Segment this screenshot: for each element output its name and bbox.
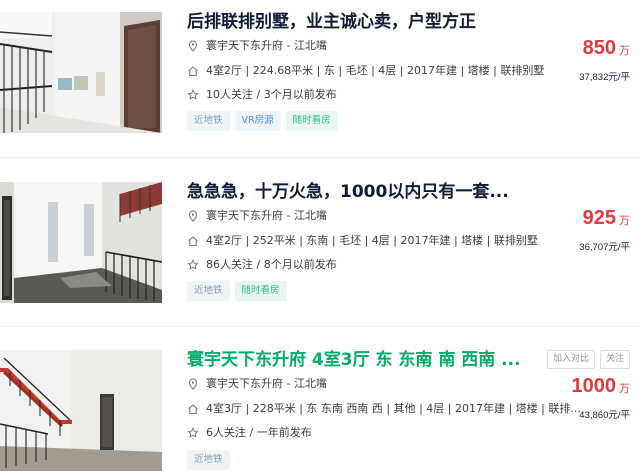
community-name[interactable]: 寰宇天下东升府 - 江北嘴 [206,208,327,224]
tag-near-subway: 近地铁 [187,450,230,470]
house-icon [187,403,199,415]
price-block: 1000 万 43,860元/平 [572,375,631,421]
house-icon [187,65,199,77]
house-info: 4室3厅 | 228平米 | 东 东南 西南 西 | 其他 | 4层 | 201… [206,402,581,415]
house-info-row: 4室2厅 | 252平米 | 东南 | 毛坯 | 4层 | 2017年建 | 塔… [187,233,538,249]
listing-info: 急急急，十万火急，1000以内只有一套... 寰宇天下东升府 - 江北嘴 4室2… [187,180,547,301]
listing-actions: 加入对比 关注 [546,350,630,369]
tag-list: 近地铁 VR房源 随时看房 [187,111,338,131]
tag-list: 近地铁 [187,450,230,470]
location-pin-icon [187,210,199,222]
listing-title[interactable]: 后排联排别墅，业主诚心卖，户型方正 [187,10,547,34]
star-icon [187,259,199,271]
community-name[interactable]: 寰宇天下东升府 - 江北嘴 [206,376,327,392]
listing-card[interactable]: 后排联排别墅，业主诚心卖，户型方正 寰宇天下东升府 - 江北嘴 4室2厅 | 2… [0,0,640,145]
total-price: 850 [582,37,616,59]
price-unit: 万 [619,382,630,395]
follow-info: 10人关注 / 3个月以前发布 [206,88,337,101]
listing-info: 寰宇天下东升府 4室3厅 东 东南 南 西南 ... 寰宇天下东升府 - 江北嘴… [187,348,581,470]
price-block: 850 万 37,832元/平 [579,37,630,83]
tag-visit-anytime: 随时看房 [234,281,287,301]
star-icon [187,89,199,101]
location-pin-icon [187,40,199,52]
tag-near-subway: 近地铁 [187,281,230,301]
community-name[interactable]: 寰宇天下东升府 - 江北嘴 [206,38,327,54]
price-unit: 万 [619,44,630,57]
listing-card[interactable]: 寰宇天下东升府 4室3厅 东 东南 南 西南 ... 寰宇天下东升府 - 江北嘴… [0,338,640,474]
community-row: 寰宇天下东升府 - 江北嘴 [187,38,327,54]
follow-info: 6人关注 / 一年前发布 [206,426,312,439]
price-block: 925 万 36,707元/平 [579,207,630,253]
star-icon [187,427,199,439]
tag-visit-anytime: 随时看房 [285,111,338,131]
listing-info: 后排联排别墅，业主诚心卖，户型方正 寰宇天下东升府 - 江北嘴 4室2厅 | 2… [187,10,547,131]
listing-list: 后排联排别墅，业主诚心卖，户型方正 寰宇天下东升府 - 江北嘴 4室2厅 | 2… [0,0,640,474]
location-pin-icon [187,378,199,390]
follow-row: 6人关注 / 一年前发布 [187,425,312,441]
follow-info: 86人关注 / 8个月以前发布 [206,258,337,271]
follow-row: 86人关注 / 8个月以前发布 [187,257,337,273]
listing-title[interactable]: 急急急，十万火急，1000以内只有一套... [187,180,547,204]
listing-title[interactable]: 寰宇天下东升府 4室3厅 东 东南 南 西南 ... [187,348,547,372]
unit-price: 43,860元/平 [579,410,630,421]
total-price: 1000 [571,375,617,397]
tag-vr: VR房源 [234,111,281,131]
tag-near-subway: 近地铁 [187,111,230,131]
interior-photo-staircase [0,350,162,471]
tag-list: 近地铁 随时看房 [187,281,287,301]
house-info-row: 4室3厅 | 228平米 | 东 东南 西南 西 | 其他 | 4层 | 201… [187,401,581,417]
listing-photo[interactable] [0,12,162,133]
house-icon [187,235,199,247]
house-info: 4室2厅 | 252平米 | 东南 | 毛坯 | 4层 | 2017年建 | 塔… [206,234,538,247]
follow-row: 10人关注 / 3个月以前发布 [187,87,337,103]
unit-price: 36,707元/平 [579,242,630,253]
total-price: 925 [582,207,616,229]
community-row: 寰宇天下东升府 - 江北嘴 [187,376,327,392]
divider [0,326,640,327]
unit-price: 37,832元/平 [579,72,630,83]
add-to-compare-button[interactable]: 加入对比 [546,350,595,369]
house-info: 4室2厅 | 224.68平米 | 东 | 毛坯 | 4层 | 2017年建 |… [206,64,545,77]
price-unit: 万 [619,214,630,227]
interior-photo-room [0,182,162,303]
listing-photo[interactable] [0,182,162,303]
follow-button[interactable]: 关注 [599,350,630,369]
listing-card[interactable]: 急急急，十万火急，1000以内只有一套... 寰宇天下东升府 - 江北嘴 4室2… [0,170,640,315]
community-row: 寰宇天下东升府 - 江北嘴 [187,208,327,224]
listing-photo[interactable] [0,350,162,471]
interior-photo-hallway [0,12,162,133]
house-info-row: 4室2厅 | 224.68平米 | 东 | 毛坯 | 4层 | 2017年建 |… [187,63,544,79]
divider [0,157,640,158]
